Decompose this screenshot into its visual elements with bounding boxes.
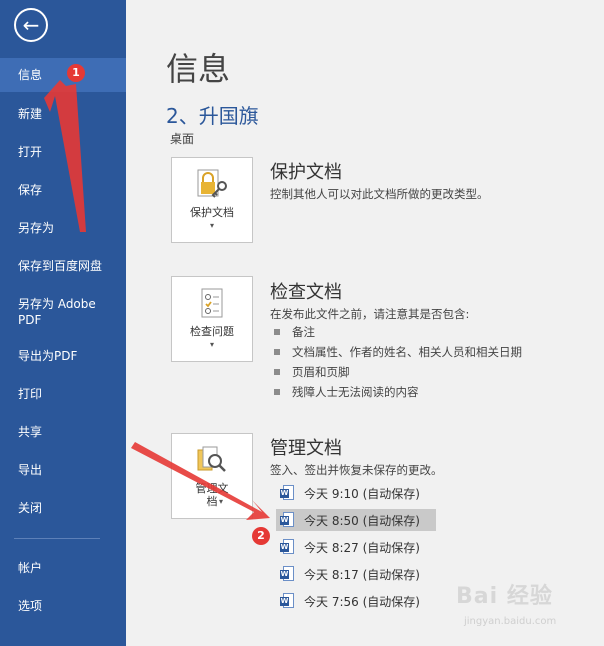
bullet-text: 残障人士无法阅读的内容	[292, 385, 419, 399]
word-document-icon: W	[280, 566, 294, 582]
sidebar-item-close[interactable]: 关闭	[0, 500, 126, 516]
baidu-watermark-url: jingyan.baidu.com	[464, 616, 557, 627]
version-label: 今天 8:27 (自动保存)	[304, 540, 420, 555]
sidebar-item-label: 另存为	[18, 221, 55, 235]
bullet-text: 文档属性、作者的姓名、相关人员和相关日期	[292, 345, 522, 359]
document-path[interactable]: 桌面	[170, 130, 194, 147]
sidebar-item-label: 导出	[18, 463, 43, 477]
sidebar-item-label: 打印	[18, 387, 43, 401]
version-label: 今天 8:17 (自动保存)	[304, 567, 420, 582]
word-document-icon: W	[280, 485, 294, 501]
sidebar-item-label: 新建	[18, 107, 43, 121]
manage-label-line2: 档	[206, 495, 218, 508]
bullet-text: 页眉和页脚	[292, 365, 350, 379]
sidebar-item-save-as-adobe-pdf[interactable]: 另存为 Adobe PDF	[0, 296, 110, 328]
annotation-badge-2: 2	[252, 527, 270, 545]
sidebar-item-label: 另存为 Adobe PDF	[18, 297, 96, 327]
page-title: 信息	[166, 50, 231, 88]
sidebar-item-save-as[interactable]: 另存为	[0, 220, 126, 236]
bullet-text: 备注	[292, 325, 315, 339]
lock-key-icon	[197, 169, 227, 198]
protect-section-desc: 控制其他人可以对此文档所做的更改类型。	[270, 187, 489, 201]
backstage-sidebar: ← 信息 新建 打开 保存 另存为 保存到百度网盘 另存为 Adobe PDF …	[0, 0, 126, 646]
bullet-icon	[274, 329, 280, 335]
sidebar-item-new[interactable]: 新建	[0, 106, 126, 122]
sidebar-item-account[interactable]: 帐户	[0, 560, 126, 576]
sidebar-divider	[14, 538, 100, 539]
version-item-selected[interactable]: W 今天 8:50 (自动保存)	[276, 509, 436, 531]
protect-document-label: 保护文档	[190, 206, 234, 219]
sidebar-item-label: 导出为PDF	[18, 349, 78, 363]
sidebar-item-label: 共享	[18, 425, 43, 439]
word-document-icon: W	[280, 512, 294, 528]
sidebar-item-options[interactable]: 选项	[0, 598, 126, 614]
word-document-icon: W	[280, 539, 294, 555]
version-label: 今天 7:56 (自动保存)	[304, 594, 420, 609]
sidebar-item-save[interactable]: 保存	[0, 182, 126, 198]
sidebar-item-label: 打开	[18, 145, 43, 159]
manage-document-button[interactable]: 管理文档 ▾	[171, 433, 253, 519]
version-item[interactable]: W 今天 9:10 (自动保存)	[276, 482, 436, 504]
list-item: 文档属性、作者的姓名、相关人员和相关日期	[274, 344, 522, 360]
sidebar-item-open[interactable]: 打开	[0, 144, 126, 160]
list-item: 页眉和页脚	[274, 364, 350, 380]
sidebar-item-label: 关闭	[18, 501, 43, 515]
inspect-section-title: 检查文档	[270, 282, 342, 303]
manage-document-icon	[197, 446, 226, 472]
chevron-down-icon: ▾	[218, 497, 223, 506]
inspect-checklist-icon	[201, 288, 223, 318]
sidebar-item-label: 信息	[18, 68, 43, 82]
sidebar-item-label: 帐户	[18, 561, 43, 575]
list-item: 备注	[274, 324, 315, 340]
version-item[interactable]: W 今天 8:27 (自动保存)	[276, 536, 436, 558]
manage-label-line1: 管理文	[195, 482, 229, 495]
manage-section-desc: 签入、签出并恢复未保存的更改。	[270, 463, 443, 477]
bullet-icon	[274, 369, 280, 375]
version-label: 今天 8:50 (自动保存)	[304, 513, 420, 528]
sidebar-item-export[interactable]: 导出	[0, 462, 126, 478]
version-label: 今天 9:10 (自动保存)	[304, 486, 420, 501]
sidebar-item-label: 保存到百度网盘	[18, 259, 103, 273]
check-issues-button[interactable]: 检查问题 ▾	[171, 276, 253, 362]
protect-document-button[interactable]: 保护文档 ▾	[171, 157, 253, 243]
version-item[interactable]: W 今天 7:56 (自动保存)	[276, 590, 436, 612]
baidu-watermark: Bai 经验	[456, 584, 553, 609]
check-issues-label: 检查问题	[190, 325, 234, 338]
chevron-down-icon: ▾	[209, 340, 214, 349]
protect-section-title: 保护文档	[270, 162, 342, 183]
version-item[interactable]: W 今天 8:17 (自动保存)	[276, 563, 436, 585]
info-panel: 信息 2、升国旗 桌面 保护文档 ▾ 保护文档 控制其他人可以对此文档所做的更改…	[126, 0, 604, 646]
sidebar-item-print[interactable]: 打印	[0, 386, 126, 402]
manage-document-label: 管理文档	[196, 482, 229, 508]
sidebar-item-label: 保存	[18, 183, 43, 197]
manage-section-title: 管理文档	[270, 438, 342, 459]
bullet-icon	[274, 389, 280, 395]
list-item: 残障人士无法阅读的内容	[274, 384, 419, 400]
inspect-section-desc: 在发布此文件之前，请注意其是否包含:	[270, 307, 470, 321]
document-name: 2、升国旗	[166, 104, 259, 128]
sidebar-item-export-pdf[interactable]: 导出为PDF	[0, 348, 126, 364]
sidebar-item-save-baidu[interactable]: 保存到百度网盘	[0, 258, 126, 274]
chevron-down-icon: ▾	[209, 221, 214, 230]
sidebar-item-share[interactable]: 共享	[0, 424, 126, 440]
annotation-badge-1: 1	[67, 64, 85, 82]
bullet-icon	[274, 349, 280, 355]
word-document-icon: W	[280, 593, 294, 609]
back-arrow-icon[interactable]: ←	[14, 8, 48, 42]
sidebar-item-info[interactable]: 信息	[0, 58, 126, 92]
sidebar-item-label: 选项	[18, 599, 43, 613]
